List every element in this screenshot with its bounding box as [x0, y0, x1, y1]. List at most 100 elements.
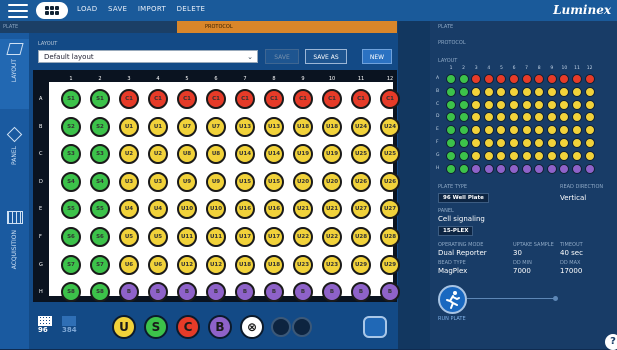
plate-well[interactable]: U13 [264, 116, 284, 137]
sidebar-item-layout[interactable]: LAYOUT [0, 39, 29, 109]
plate-well[interactable]: U15 [235, 171, 255, 192]
plate-well[interactable]: C1 [119, 89, 139, 109]
plate-well[interactable]: C1 [148, 89, 168, 109]
plate-well[interactable]: U11 [206, 227, 226, 247]
help-icon[interactable]: ? [605, 334, 617, 350]
plate-well[interactable]: U29 [380, 254, 400, 275]
plate-well[interactable]: C1 [235, 89, 255, 109]
plate-well[interactable]: S2 [61, 116, 81, 137]
column-header[interactable]: 12 [385, 76, 395, 82]
plate-view-button[interactable] [36, 2, 68, 19]
plate-well[interactable]: S4 [61, 171, 81, 192]
plate-well[interactable]: U5 [148, 227, 168, 247]
delete-menu[interactable]: DELETE [177, 5, 206, 13]
plate-well[interactable]: U28 [380, 227, 400, 247]
plate-well[interactable]: U1 [119, 116, 139, 137]
row-header[interactable]: H [39, 289, 43, 295]
standard-chip[interactable]: S [144, 315, 168, 339]
plate-well[interactable]: C1 [380, 89, 400, 109]
plate-well[interactable]: U15 [264, 171, 284, 192]
column-header[interactable]: 5 [182, 76, 192, 82]
row-header[interactable]: D [39, 179, 43, 185]
plate-well[interactable]: U29 [351, 254, 371, 275]
new-button[interactable]: NEW [362, 49, 392, 64]
row-header[interactable]: B [39, 124, 42, 130]
save-menu[interactable]: SAVE [108, 5, 127, 13]
run-plate-button[interactable] [438, 285, 467, 314]
plate-well[interactable]: U24 [351, 116, 371, 137]
plate-well[interactable]: U3 [148, 171, 168, 192]
plate-well[interactable]: U12 [206, 254, 226, 275]
plate-well[interactable]: U12 [177, 254, 197, 275]
plate-well[interactable]: U23 [293, 254, 313, 275]
plate-well[interactable]: S6 [90, 227, 110, 247]
plate-well[interactable]: U9 [206, 171, 226, 192]
plate-well[interactable]: C1 [351, 89, 371, 109]
column-header[interactable]: 8 [269, 76, 279, 82]
column-header[interactable]: 1 [66, 76, 76, 82]
column-header[interactable]: 10 [327, 76, 337, 82]
unknown-chip[interactable]: U [112, 315, 136, 339]
import-menu[interactable]: IMPORT [138, 5, 166, 13]
load-menu[interactable]: LOAD [77, 5, 97, 13]
column-header[interactable]: 4 [153, 76, 163, 82]
plate-384-icon[interactable]: 384 [62, 316, 77, 334]
clear-chip[interactable]: ⊗ [240, 315, 264, 339]
row-header[interactable]: C [39, 151, 43, 157]
plate-well[interactable]: C1 [206, 89, 226, 109]
row-header[interactable]: E [39, 206, 42, 212]
plate-well[interactable]: U20 [322, 171, 342, 192]
plate-well[interactable]: U1 [148, 116, 168, 137]
hamburger-menu-icon[interactable] [8, 4, 28, 18]
plate-tab-label[interactable]: PLATE [3, 24, 18, 30]
plate-well[interactable]: C1 [177, 89, 197, 109]
plate-well[interactable]: U5 [119, 227, 139, 247]
plate-well[interactable]: U9 [177, 171, 197, 192]
column-header[interactable]: 6 [211, 76, 221, 82]
plate-well[interactable]: U22 [293, 227, 313, 247]
plate-well[interactable]: U13 [235, 116, 255, 137]
plate-well[interactable]: U26 [351, 171, 371, 192]
blank-chip[interactable]: B [208, 315, 232, 339]
plate-well[interactable]: C1 [293, 89, 313, 109]
column-header[interactable]: 7 [240, 76, 250, 82]
plate-well[interactable]: S1 [61, 89, 81, 109]
sidebar-item-acquisition[interactable]: ACQUISITION [0, 207, 29, 312]
plate-well[interactable]: U24 [380, 116, 400, 137]
save-button[interactable]: SAVE [265, 49, 299, 64]
row-header[interactable]: G [39, 262, 43, 268]
plate-well[interactable]: U18 [293, 116, 313, 137]
plate-well[interactable]: S1 [90, 89, 110, 109]
protocol-tab[interactable]: PROTOCOL [177, 21, 397, 33]
plate-well[interactable]: U3 [119, 171, 139, 192]
plate-well[interactable]: S4 [90, 171, 110, 192]
control-chip[interactable]: C [176, 315, 200, 339]
plate-96-icon[interactable]: 96 [38, 316, 52, 334]
plate-well[interactable]: S7 [90, 254, 110, 275]
plate-well[interactable]: U11 [177, 227, 197, 247]
plate-well[interactable]: C1 [264, 89, 284, 109]
plate-well[interactable]: U18 [235, 254, 255, 275]
plate-well[interactable]: U28 [351, 227, 371, 247]
plate-well[interactable]: U17 [264, 227, 284, 247]
plate-well[interactable]: S6 [61, 227, 81, 247]
column-header[interactable]: 9 [298, 76, 308, 82]
plate-well[interactable]: S2 [90, 116, 110, 137]
column-header[interactable]: 2 [95, 76, 105, 82]
row-header[interactable]: F [39, 234, 42, 240]
row-header[interactable]: A [39, 96, 42, 102]
plate-well[interactable]: U23 [322, 254, 342, 275]
column-header[interactable]: 3 [124, 76, 134, 82]
plate-well[interactable]: C1 [322, 89, 342, 109]
plate-well[interactable]: S7 [61, 254, 81, 275]
plate-well[interactable]: U26 [380, 171, 400, 192]
export-icon[interactable] [363, 316, 387, 338]
column-header[interactable]: 11 [356, 76, 366, 82]
plate-well[interactable]: U20 [293, 171, 313, 192]
plate-well[interactable]: U7 [206, 116, 226, 137]
plate-well[interactable]: U18 [264, 254, 284, 275]
layout-select[interactable]: Default layout ⌄ [38, 50, 258, 63]
plate-well[interactable]: U7 [177, 116, 197, 137]
plate-well[interactable]: U6 [148, 254, 168, 275]
save-as-button[interactable]: SAVE AS [305, 49, 347, 64]
